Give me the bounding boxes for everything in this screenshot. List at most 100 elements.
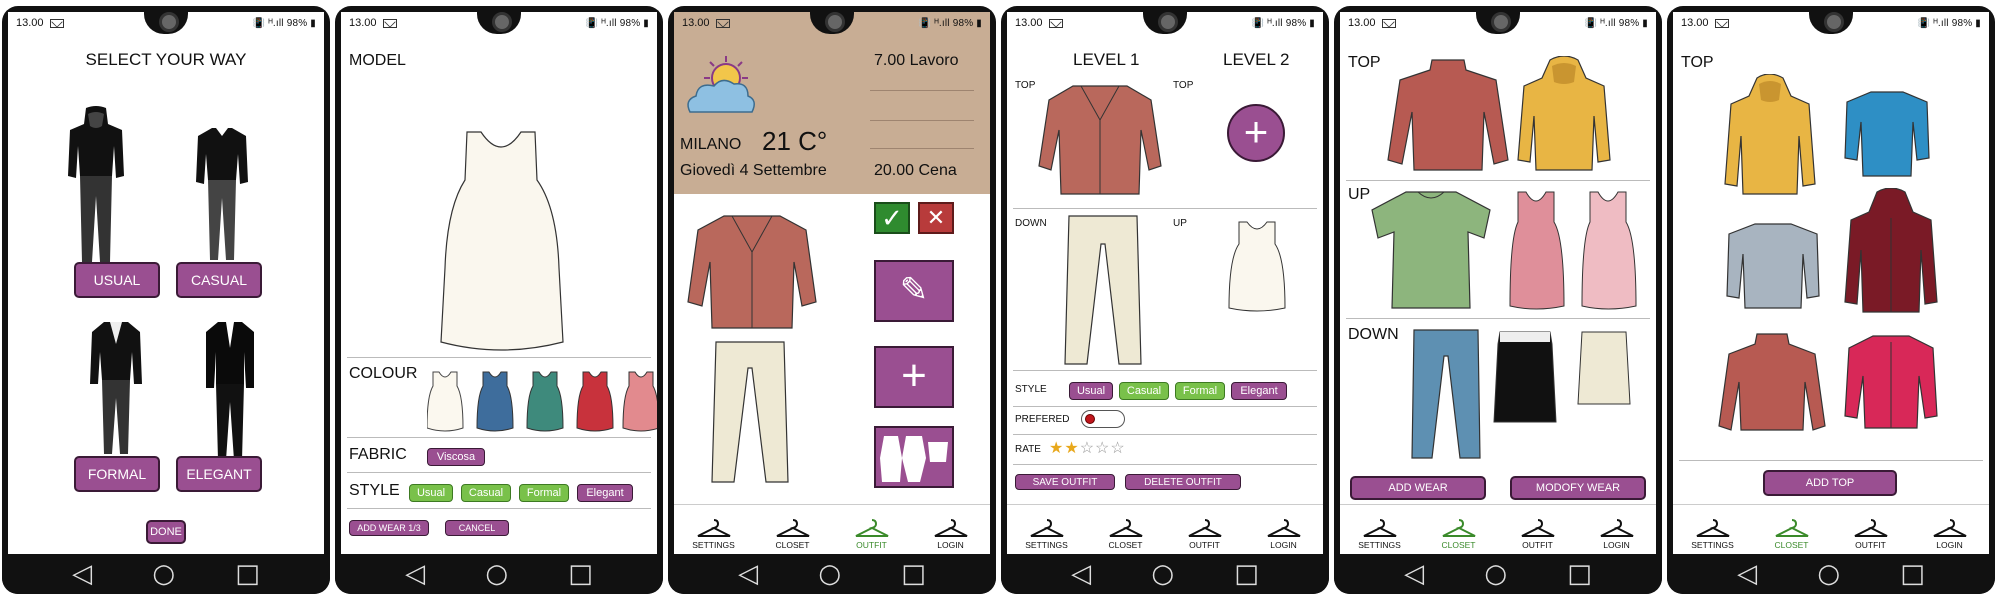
add-top-button[interactable]: ADD TOP <box>1763 470 1897 496</box>
back-icon[interactable]: ◁ <box>405 561 425 587</box>
modify-wear-button[interactable]: MODOFY WEAR <box>1510 476 1646 500</box>
tab-settings[interactable]: SETTINGS <box>674 505 753 554</box>
delete-outfit-button[interactable]: DELETE OUTFIT <box>1125 474 1241 490</box>
home-icon[interactable]: ○ <box>1484 561 1507 587</box>
casual-button[interactable]: CASUAL <box>176 262 262 298</box>
colour-swatch-pink <box>622 371 657 432</box>
city-label: MILANO <box>680 136 742 153</box>
hanger-icon <box>1109 519 1142 537</box>
black-skirt-item <box>1493 331 1557 423</box>
done-button[interactable]: DONE <box>146 520 186 544</box>
tab-outfit[interactable]: OUTFIT <box>1498 505 1577 554</box>
usual-outfit-icon <box>68 106 124 262</box>
phone-closet: 13.00 📳 ᴴ.ıll 98% ▮ TOP UP DOWN ADD WEAR… <box>1334 6 1662 594</box>
hanger-icon <box>1442 519 1475 537</box>
prefered-toggle[interactable] <box>1081 410 1125 428</box>
tab-label: OUTFIT <box>1522 540 1553 550</box>
add-wear-button[interactable]: ADD WEAR 1/3 <box>349 520 429 536</box>
mail-icon <box>715 18 730 28</box>
wardrobe-button[interactable] <box>874 426 954 488</box>
hanger-icon <box>1600 519 1633 537</box>
recents-icon[interactable]: □ <box>1234 561 1259 587</box>
back-icon[interactable]: ◁ <box>1737 561 1757 587</box>
recents-icon[interactable]: □ <box>901 561 926 587</box>
home-icon[interactable]: ○ <box>485 561 508 587</box>
star-icon[interactable]: ★ <box>1064 440 1079 457</box>
top-section-label: TOP <box>1348 54 1381 71</box>
elegant-button[interactable]: ELEGANT <box>176 456 262 492</box>
jeans-item <box>1411 329 1481 459</box>
rating-stars[interactable]: ★★☆☆☆ <box>1049 438 1126 458</box>
tab-closet[interactable]: CLOSET <box>753 505 832 554</box>
cancel-button[interactable]: CANCEL <box>445 520 509 536</box>
accept-outfit-button[interactable]: ✓ <box>874 202 910 234</box>
add-wear-button[interactable]: ADD WEAR <box>1350 476 1486 500</box>
status-indicators: 📳 ᴴ.ıll 98% ▮ <box>918 17 982 29</box>
tab-settings[interactable]: SETTINGS <box>1340 505 1419 554</box>
event-evening[interactable]: 20.00 Cena <box>874 162 957 180</box>
style-usual-button[interactable]: Usual <box>1069 382 1113 400</box>
tab-closet[interactable]: CLOSET <box>1419 505 1498 554</box>
status-time: 13.00 <box>1015 17 1043 29</box>
edit-outfit-button[interactable]: ✎ <box>874 260 954 322</box>
home-icon[interactable]: ○ <box>152 561 175 587</box>
tab-login[interactable]: LOGIN <box>1910 505 1989 554</box>
hanger-icon <box>934 519 967 537</box>
tab-outfit[interactable]: OUTFIT <box>1165 505 1244 554</box>
formal-button[interactable]: FORMAL <box>74 456 160 492</box>
star-icon[interactable]: ☆ <box>1080 440 1095 457</box>
recents-icon[interactable]: □ <box>235 561 260 587</box>
home-icon[interactable]: ○ <box>818 561 841 587</box>
home-icon[interactable]: ○ <box>1817 561 1840 587</box>
style-formal-button[interactable]: Formal <box>1175 382 1225 400</box>
colour-swatch-teal <box>526 371 564 432</box>
tab-outfit[interactable]: OUTFIT <box>1831 505 1910 554</box>
fabric-viscosa-button[interactable]: Viscosa <box>427 448 485 466</box>
tab-login[interactable]: LOGIN <box>911 505 990 554</box>
hanger-icon <box>855 519 888 537</box>
back-icon[interactable]: ◁ <box>1404 561 1424 587</box>
date-label: Giovedì 4 Settembre <box>680 162 827 179</box>
back-icon[interactable]: ◁ <box>72 561 92 587</box>
divider <box>1013 434 1317 435</box>
home-icon[interactable]: ○ <box>1151 561 1174 587</box>
tab-outfit[interactable]: OUTFIT <box>832 505 911 554</box>
tab-bar: SETTINGS CLOSET OUTFIT LOGIN <box>1340 504 1656 554</box>
tab-closet[interactable]: CLOSET <box>1752 505 1831 554</box>
tab-login[interactable]: LOGIN <box>1244 505 1323 554</box>
recents-icon[interactable]: □ <box>1567 561 1592 587</box>
divider <box>1013 370 1317 371</box>
star-icon[interactable]: ☆ <box>1095 440 1110 457</box>
event-morning[interactable]: 7.00 Lavoro <box>874 52 959 70</box>
recents-icon[interactable]: □ <box>568 561 593 587</box>
rate-label: RATE <box>1015 444 1041 455</box>
tab-settings[interactable]: SETTINGS <box>1007 505 1086 554</box>
style-elegant-button[interactable]: Elegant <box>577 484 633 502</box>
star-icon[interactable]: ★ <box>1049 440 1064 457</box>
status-indicators: 📳 ᴴ.ıll 98% ▮ <box>1251 17 1315 29</box>
rust-sweater-item <box>1718 333 1826 431</box>
back-icon[interactable]: ◁ <box>738 561 758 587</box>
back-icon[interactable]: ◁ <box>1071 561 1091 587</box>
style-casual-button[interactable]: Casual <box>1119 382 1169 400</box>
top-title: TOP <box>1681 54 1714 71</box>
style-usual-button[interactable]: Usual <box>409 484 453 502</box>
tab-login[interactable]: LOGIN <box>1577 505 1656 554</box>
style-elegant-button[interactable]: Elegant <box>1231 382 1287 400</box>
reject-outfit-button[interactable]: ✕ <box>918 202 954 234</box>
add-outfit-button[interactable]: + <box>874 346 954 408</box>
usual-button[interactable]: USUAL <box>74 262 160 298</box>
star-icon[interactable]: ☆ <box>1110 440 1125 457</box>
style-casual-button[interactable]: Casual <box>461 484 511 502</box>
level2-title: LEVEL 2 <box>1223 50 1290 69</box>
style-formal-button[interactable]: Formal <box>519 484 569 502</box>
save-outfit-button[interactable]: SAVE OUTFIT <box>1015 474 1115 490</box>
recents-icon[interactable]: □ <box>1900 561 1925 587</box>
yellow-hoodie-item <box>1517 56 1611 171</box>
status-time: 13.00 <box>1348 17 1376 29</box>
add-top-level2-button[interactable]: + <box>1227 104 1285 162</box>
tab-closet[interactable]: CLOSET <box>1086 505 1165 554</box>
colour-swatch-blue <box>476 371 514 432</box>
tab-settings[interactable]: SETTINGS <box>1673 505 1752 554</box>
top-label: TOP <box>1015 80 1036 91</box>
